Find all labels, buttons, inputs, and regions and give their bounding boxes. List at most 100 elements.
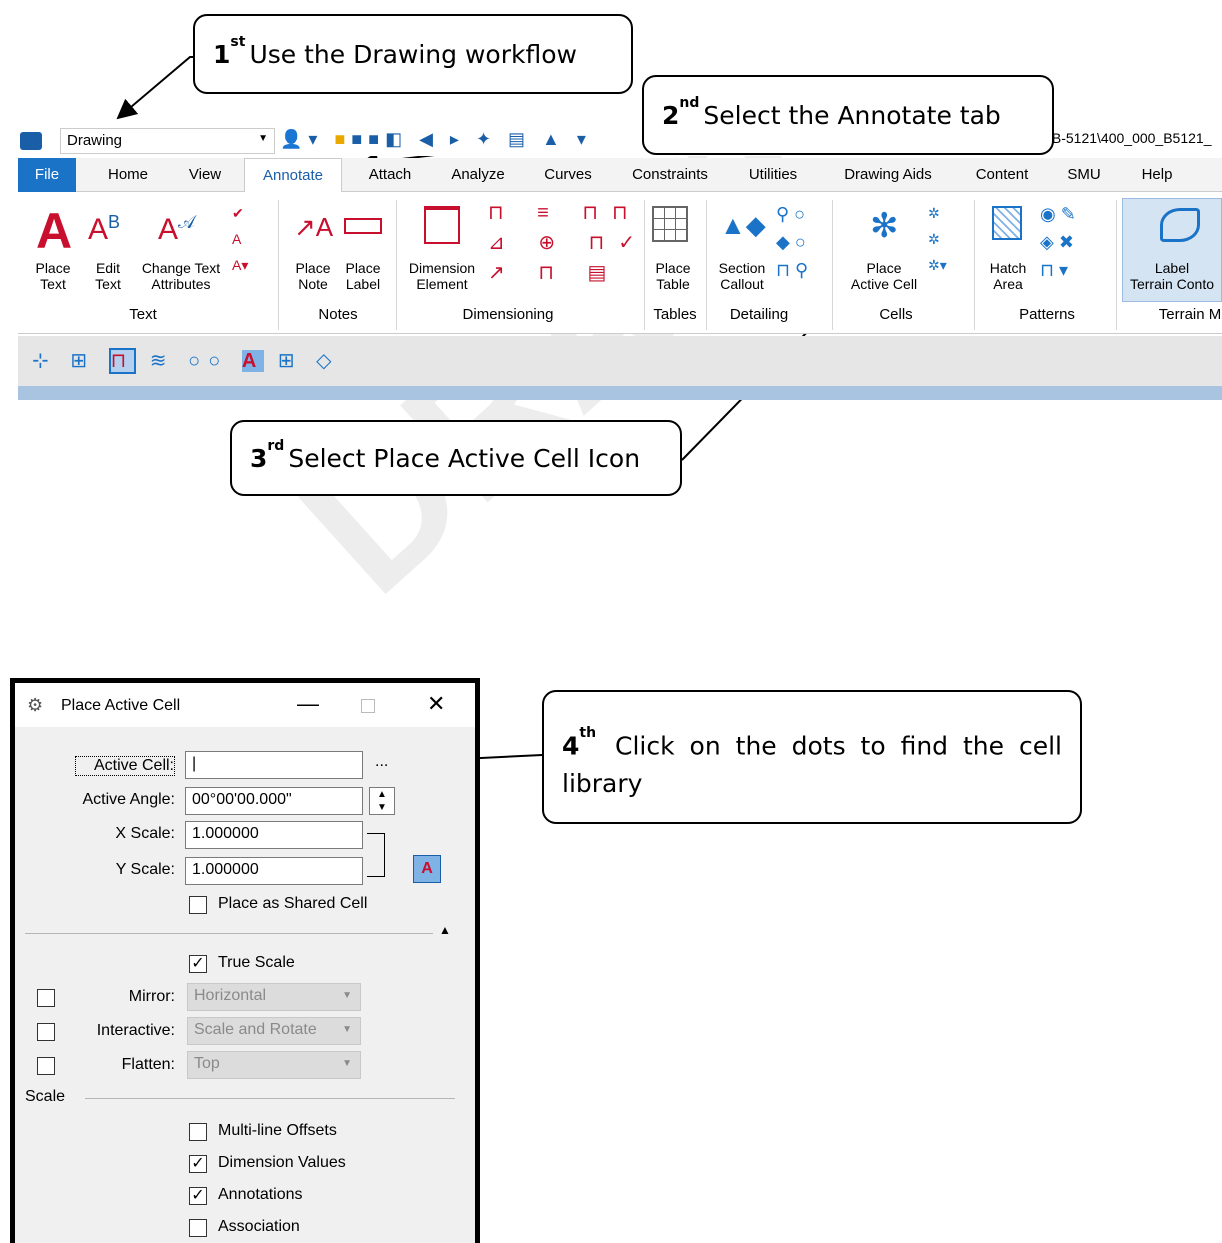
place-text-button[interactable]: Place Text [30, 260, 76, 292]
dimension-element-button[interactable]: Dimension Element [402, 260, 482, 292]
callout-step-1: 1st Use the Drawing workflow [193, 14, 633, 94]
tab-utilities[interactable]: Utilities [728, 158, 818, 192]
group-notes: Notes [318, 306, 358, 323]
attribute-toolbar: ⊹ ⊞ ⊓ ≋ ○○ A ⊞ ◇ [18, 336, 1222, 386]
tab-analyze[interactable]: Analyze [436, 158, 520, 192]
annotations-checkbox[interactable]: ✓ [189, 1187, 207, 1205]
place-text-icon[interactable]: A [36, 202, 72, 260]
place-active-cell-button[interactable]: Place Active Cell [844, 260, 924, 292]
label-terrain-button[interactable]: Label Terrain Conto [1122, 260, 1222, 292]
dimension-tools-icons[interactable]: ⊓ ≡ ⊓⊓ ⊿ ⊕ ⊓✓ ↗ ⊓ ▤ [488, 198, 649, 288]
x-scale-input[interactable]: 1.000000 [185, 821, 363, 849]
chevron-down-icon: ▼ [342, 990, 352, 1001]
tab-smu[interactable]: SMU [1052, 158, 1116, 192]
tab-view[interactable]: View [168, 158, 242, 192]
workflow-value: Drawing [67, 132, 123, 149]
tab-attach[interactable]: Attach [348, 158, 432, 192]
close-icon[interactable]: ✕ [427, 691, 445, 717]
scale-divider [85, 1098, 455, 1099]
dialog-titlebar: ⚙ Place Active Cell — ✕ [15, 683, 475, 727]
collapse-arrow-icon[interactable]: ▲ [439, 923, 451, 937]
place-table-icon[interactable] [652, 206, 688, 242]
ribbon-panel: A Place Text AB Edit Text A𝒜 Change Text… [18, 192, 1222, 334]
group-terrain: Terrain M [1158, 306, 1222, 323]
place-note-icon[interactable]: ↗A [294, 212, 333, 243]
cell-tools-icons[interactable]: ✲ ✲ ✲▾ [928, 200, 947, 278]
tab-curves[interactable]: Curves [528, 158, 608, 192]
section-callout-button[interactable]: Section Callout [712, 260, 772, 292]
dimension-values-checkbox[interactable]: ✓ [189, 1155, 207, 1173]
group-cells: Cells [879, 306, 913, 323]
group-text: Text [129, 306, 157, 323]
interactive-checkbox[interactable] [37, 1023, 55, 1041]
minimize-icon[interactable]: — [297, 691, 319, 717]
browse-cell-library-button[interactable]: ... [375, 753, 388, 771]
scale-lock-icon[interactable] [367, 833, 385, 877]
shared-cell-checkbox[interactable] [189, 896, 207, 914]
change-text-button[interactable]: Change Text Attributes [134, 260, 228, 292]
multiline-label: Multi-line Offsets [218, 1122, 337, 1139]
text-tools-icons[interactable]: ✔ A A▾ [232, 200, 248, 278]
true-scale-checkbox[interactable]: ✓ [189, 955, 207, 973]
dimension-element-icon[interactable] [424, 206, 460, 244]
annotation-scale-icon[interactable]: A [413, 855, 441, 883]
cell-tool-icon: ⚙ [27, 695, 44, 715]
section-callout-icon[interactable]: ▲◆ [720, 210, 766, 241]
tab-annotate[interactable]: Annotate [244, 158, 342, 194]
tab-home[interactable]: Home [90, 158, 166, 192]
flatten-label: Flatten: [121, 1056, 175, 1073]
y-scale-input[interactable]: 1.000000 [185, 857, 363, 885]
dimension-values-label: Dimension Values [218, 1154, 346, 1171]
chevron-down-icon: ▼ [258, 133, 268, 144]
place-active-cell-icon[interactable]: ✻ [870, 206, 899, 246]
label-terrain-icon [1160, 208, 1200, 242]
chevron-down-icon: ▼ [342, 1058, 352, 1069]
mirror-label: Mirror: [128, 988, 175, 1005]
file-path: \B-5121\400_000_B5121_ [1048, 130, 1212, 146]
tab-constraints[interactable]: Constraints [618, 158, 722, 192]
place-table-button[interactable]: Place Table [648, 260, 698, 292]
place-label-button[interactable]: Place Label [340, 260, 386, 292]
edit-text-button[interactable]: Edit Text [88, 260, 128, 292]
active-cell-label: Active Cell: [75, 756, 175, 776]
qat-icons[interactable]: 👤▾ ■■■◧ ◀ ▸ ✦ ▤ ▲ ▾ [280, 129, 592, 150]
true-scale-label: True Scale [218, 954, 295, 971]
active-angle-label: Active Angle: [82, 791, 176, 808]
view-strip [18, 386, 1222, 400]
section-divider [25, 933, 433, 934]
multiline-checkbox[interactable] [189, 1123, 207, 1141]
edit-text-icon[interactable]: AB [88, 212, 120, 247]
active-cell-input[interactable]: | [185, 751, 363, 779]
group-patterns: Patterns [1019, 306, 1075, 323]
workflow-select[interactable]: Drawing ▼ [60, 128, 275, 154]
y-scale-label: Y Scale: [115, 861, 175, 878]
group-detailing: Detailing [729, 306, 789, 323]
tab-drawing-aids[interactable]: Drawing Aids [828, 158, 948, 192]
flatten-checkbox[interactable] [37, 1057, 55, 1075]
shared-cell-label: Place as Shared Cell [218, 895, 368, 912]
mirror-checkbox[interactable] [37, 989, 55, 1007]
callout-step-2: 2nd Select the Annotate tab [642, 75, 1054, 155]
pattern-tools-icons[interactable]: ◉ ✎ ◈ ✖ ⊓ ▾ [1040, 200, 1076, 284]
place-note-button[interactable]: Place Note [290, 260, 336, 292]
place-active-cell-dialog: ⚙ Place Active Cell — ✕ Active Cell: | .… [10, 678, 480, 1243]
place-label-icon[interactable] [344, 218, 382, 234]
group-tables: Tables [653, 306, 697, 323]
toolbar-icons[interactable]: ⊹ ⊞ ⊓ ≋ ○○ A ⊞ ◇ [32, 348, 340, 374]
x-scale-label: X Scale: [115, 825, 175, 842]
active-angle-input[interactable]: 00°00'00.000" [185, 787, 363, 815]
hatch-area-icon[interactable] [992, 206, 1022, 240]
detailing-tools-icons[interactable]: ⚲ ○ ◆ ○ ⊓ ⚲ [776, 200, 808, 284]
change-text-icon[interactable]: A𝒜 [158, 212, 195, 247]
association-label: Association [218, 1218, 300, 1235]
app-logo-icon [20, 132, 42, 150]
tab-help[interactable]: Help [1124, 158, 1190, 192]
tab-content[interactable]: Content [962, 158, 1042, 192]
divider [832, 200, 833, 330]
angle-spinner[interactable]: ▲ ▼ [369, 787, 395, 815]
divider [1116, 200, 1117, 330]
association-checkbox[interactable] [189, 1219, 207, 1237]
hatch-area-button[interactable]: Hatch Area [984, 260, 1032, 292]
tab-file[interactable]: File [18, 158, 76, 192]
divider [644, 200, 645, 330]
